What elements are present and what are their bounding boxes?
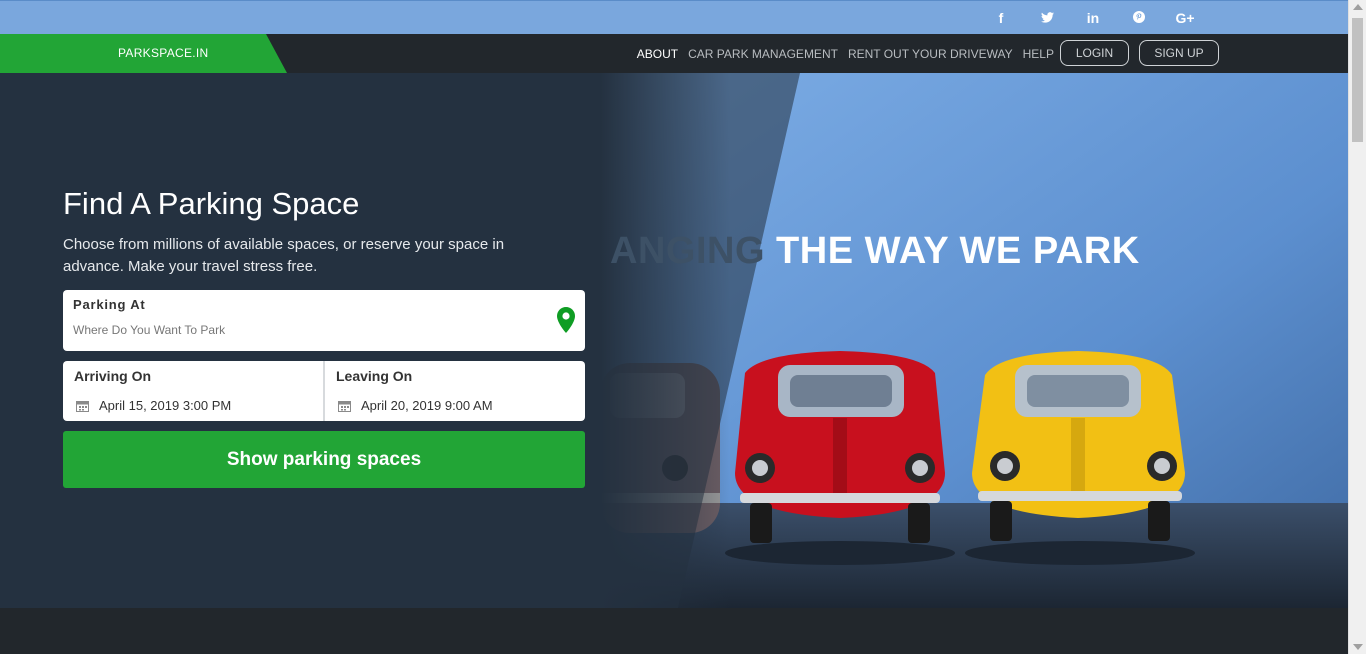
nav-link-rent-out-driveway[interactable]: RENT OUT YOUR DRIVEWAY — [848, 47, 1013, 61]
scroll-up-arrow[interactable] — [1353, 4, 1363, 10]
scroll-thumb[interactable] — [1352, 18, 1363, 142]
hero-tagline: ANGING THE WAY WE PARK — [610, 230, 1140, 273]
tagline-main: THE WAY WE PARK — [765, 230, 1140, 272]
logo[interactable]: PARKSPACE.IN — [0, 34, 288, 73]
linkedin-icon[interactable]: in — [1070, 10, 1116, 26]
tagline-faded: ANGING — [610, 230, 765, 272]
arriving-date-value: April 15, 2019 3:00 PM — [99, 398, 232, 413]
parking-location-field[interactable]: Parking At — [63, 290, 585, 351]
hero-subtitle: Choose from millions of available spaces… — [63, 236, 505, 275]
social-bar: f in G+ — [0, 0, 1348, 34]
twitter-icon[interactable] — [1024, 10, 1070, 26]
parking-at-label: Parking At — [73, 297, 146, 312]
map-pin-icon[interactable] — [557, 307, 575, 338]
leaving-date-value: April 20, 2019 9:00 AM — [361, 398, 493, 413]
show-parking-spaces-button[interactable]: Show parking spaces — [63, 431, 585, 488]
page-title: Find A Parking Space — [63, 186, 360, 221]
nav-link-help[interactable]: HELP — [1023, 47, 1054, 61]
nav-link-car-park-management[interactable]: CAR PARK MANAGEMENT — [688, 47, 838, 61]
logo-text: PARKSPACE.IN — [118, 46, 209, 60]
google-plus-icon[interactable]: G+ — [1162, 10, 1208, 26]
scroll-down-arrow[interactable] — [1353, 644, 1363, 650]
calendar-icon — [338, 400, 351, 412]
arriving-on-field[interactable]: Arriving On April 15, 2019 3:00 PM — [63, 361, 323, 421]
social-icons: f in G+ — [978, 1, 1208, 35]
signup-button[interactable]: SIGN UP — [1139, 40, 1219, 66]
leaving-on-label: Leaving On — [336, 368, 413, 384]
pinterest-icon[interactable] — [1116, 10, 1162, 26]
arriving-on-label: Arriving On — [74, 368, 152, 384]
arriving-date-row[interactable]: April 15, 2019 3:00 PM — [76, 398, 231, 413]
calendar-icon — [76, 400, 89, 412]
navbar: PARKSPACE.IN ABOUT CAR PARK MANAGEMENT R… — [0, 34, 1348, 73]
nav-links: ABOUT CAR PARK MANAGEMENT RENT OUT YOUR … — [627, 34, 1054, 73]
leaving-date-row[interactable]: April 20, 2019 9:00 AM — [338, 398, 493, 413]
login-button[interactable]: LOGIN — [1060, 40, 1129, 66]
hero-section: ANGING THE WAY WE PARK Find A Parking Sp… — [0, 73, 1348, 608]
leaving-on-field[interactable]: Leaving On April 20, 2019 9:00 AM — [325, 361, 585, 421]
parking-location-input[interactable] — [73, 323, 533, 337]
page-scrollbar[interactable] — [1348, 0, 1366, 654]
facebook-icon[interactable]: f — [978, 10, 1024, 26]
nav-link-about[interactable]: ABOUT — [637, 47, 678, 61]
footer-band — [0, 608, 1348, 654]
